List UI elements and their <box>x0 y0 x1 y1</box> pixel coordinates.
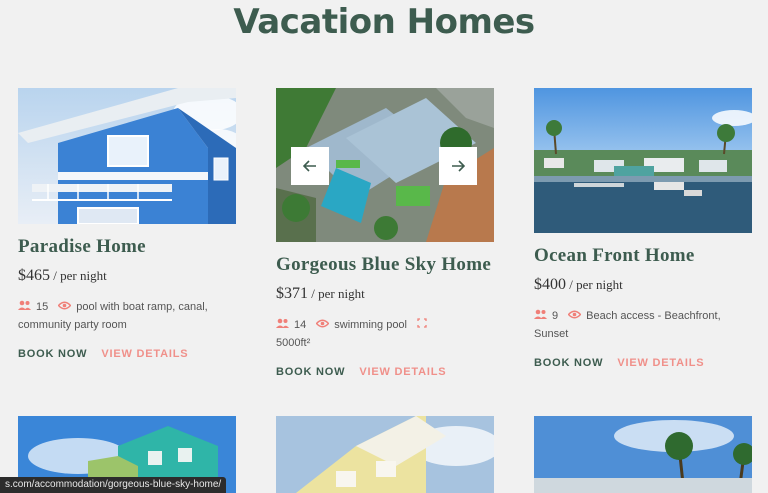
price-amount: $371 <box>276 285 308 302</box>
page-title: Vacation Homes <box>233 2 535 42</box>
listing-photo[interactable] <box>534 88 752 233</box>
book-now-button[interactable]: BOOK NOW <box>276 366 345 378</box>
listing-actions: BOOK NOW VIEW DETAILS <box>276 366 494 378</box>
eye-icon <box>315 316 330 334</box>
listing-meta: 15 pool with boat ramp, canal, community… <box>18 298 236 334</box>
listing-actions: BOOK NOW VIEW DETAILS <box>18 348 236 360</box>
eye-icon <box>57 298 72 316</box>
listing-photo[interactable] <box>534 416 752 493</box>
listing-photo[interactable] <box>276 88 494 242</box>
price-unit: / per night <box>566 277 623 292</box>
guests-count: 14 <box>294 319 307 331</box>
view-details-button[interactable]: VIEW DETAILS <box>359 366 446 378</box>
listing-title[interactable]: Ocean Front Home <box>534 245 752 267</box>
listing-card: Ocean Front Home $400 / per night 9 Beac… <box>534 88 752 369</box>
guests-icon <box>534 307 547 325</box>
listing-title[interactable]: Gorgeous Blue Sky Home <box>276 254 494 276</box>
listing-title[interactable]: Paradise Home <box>18 236 236 258</box>
book-now-button[interactable]: BOOK NOW <box>534 357 603 369</box>
listing-photo[interactable] <box>18 88 236 224</box>
price-unit: / per night <box>50 268 107 283</box>
listing-card: Paradise Home $465 / per night 15 pool w… <box>18 88 236 360</box>
listing-card: Gorgeous Blue Sky Home $371 / per night … <box>276 88 494 378</box>
view-details-button[interactable]: VIEW DETAILS <box>617 357 704 369</box>
features-text: swimming pool <box>334 319 407 331</box>
link-status-bar: s.com/accommodation/gorgeous-blue-sky-ho… <box>0 477 227 493</box>
eye-icon <box>567 307 582 325</box>
guests-count: 9 <box>552 310 559 322</box>
view-details-button[interactable]: VIEW DETAILS <box>101 348 188 360</box>
price-amount: $465 <box>18 267 50 284</box>
price-amount: $400 <box>534 276 566 293</box>
listing-actions: BOOK NOW VIEW DETAILS <box>534 357 752 369</box>
guests-icon <box>18 298 31 316</box>
arrow-left-icon <box>303 160 316 172</box>
guests-count: 15 <box>36 301 49 313</box>
area-text: 5000ft² <box>276 337 311 350</box>
guests-icon <box>276 316 289 334</box>
carousel-next-button[interactable] <box>439 147 477 185</box>
listing-price: $400 / per night <box>534 275 752 295</box>
listing-photo[interactable] <box>276 416 494 493</box>
book-now-button[interactable]: BOOK NOW <box>18 348 87 360</box>
features-text: Beach access - Beachfront, Sunset <box>534 310 721 341</box>
price-unit: / per night <box>308 286 365 301</box>
listing-price: $465 / per night <box>18 266 236 286</box>
arrow-right-icon <box>452 160 465 172</box>
carousel-prev-button[interactable] <box>291 147 329 185</box>
listing-price: $371 / per night <box>276 284 494 304</box>
listing-meta: 14 swimming pool 5000ft² <box>276 316 494 352</box>
area-icon <box>417 316 427 334</box>
listing-meta: 9 Beach access - Beachfront, Sunset <box>534 307 752 343</box>
